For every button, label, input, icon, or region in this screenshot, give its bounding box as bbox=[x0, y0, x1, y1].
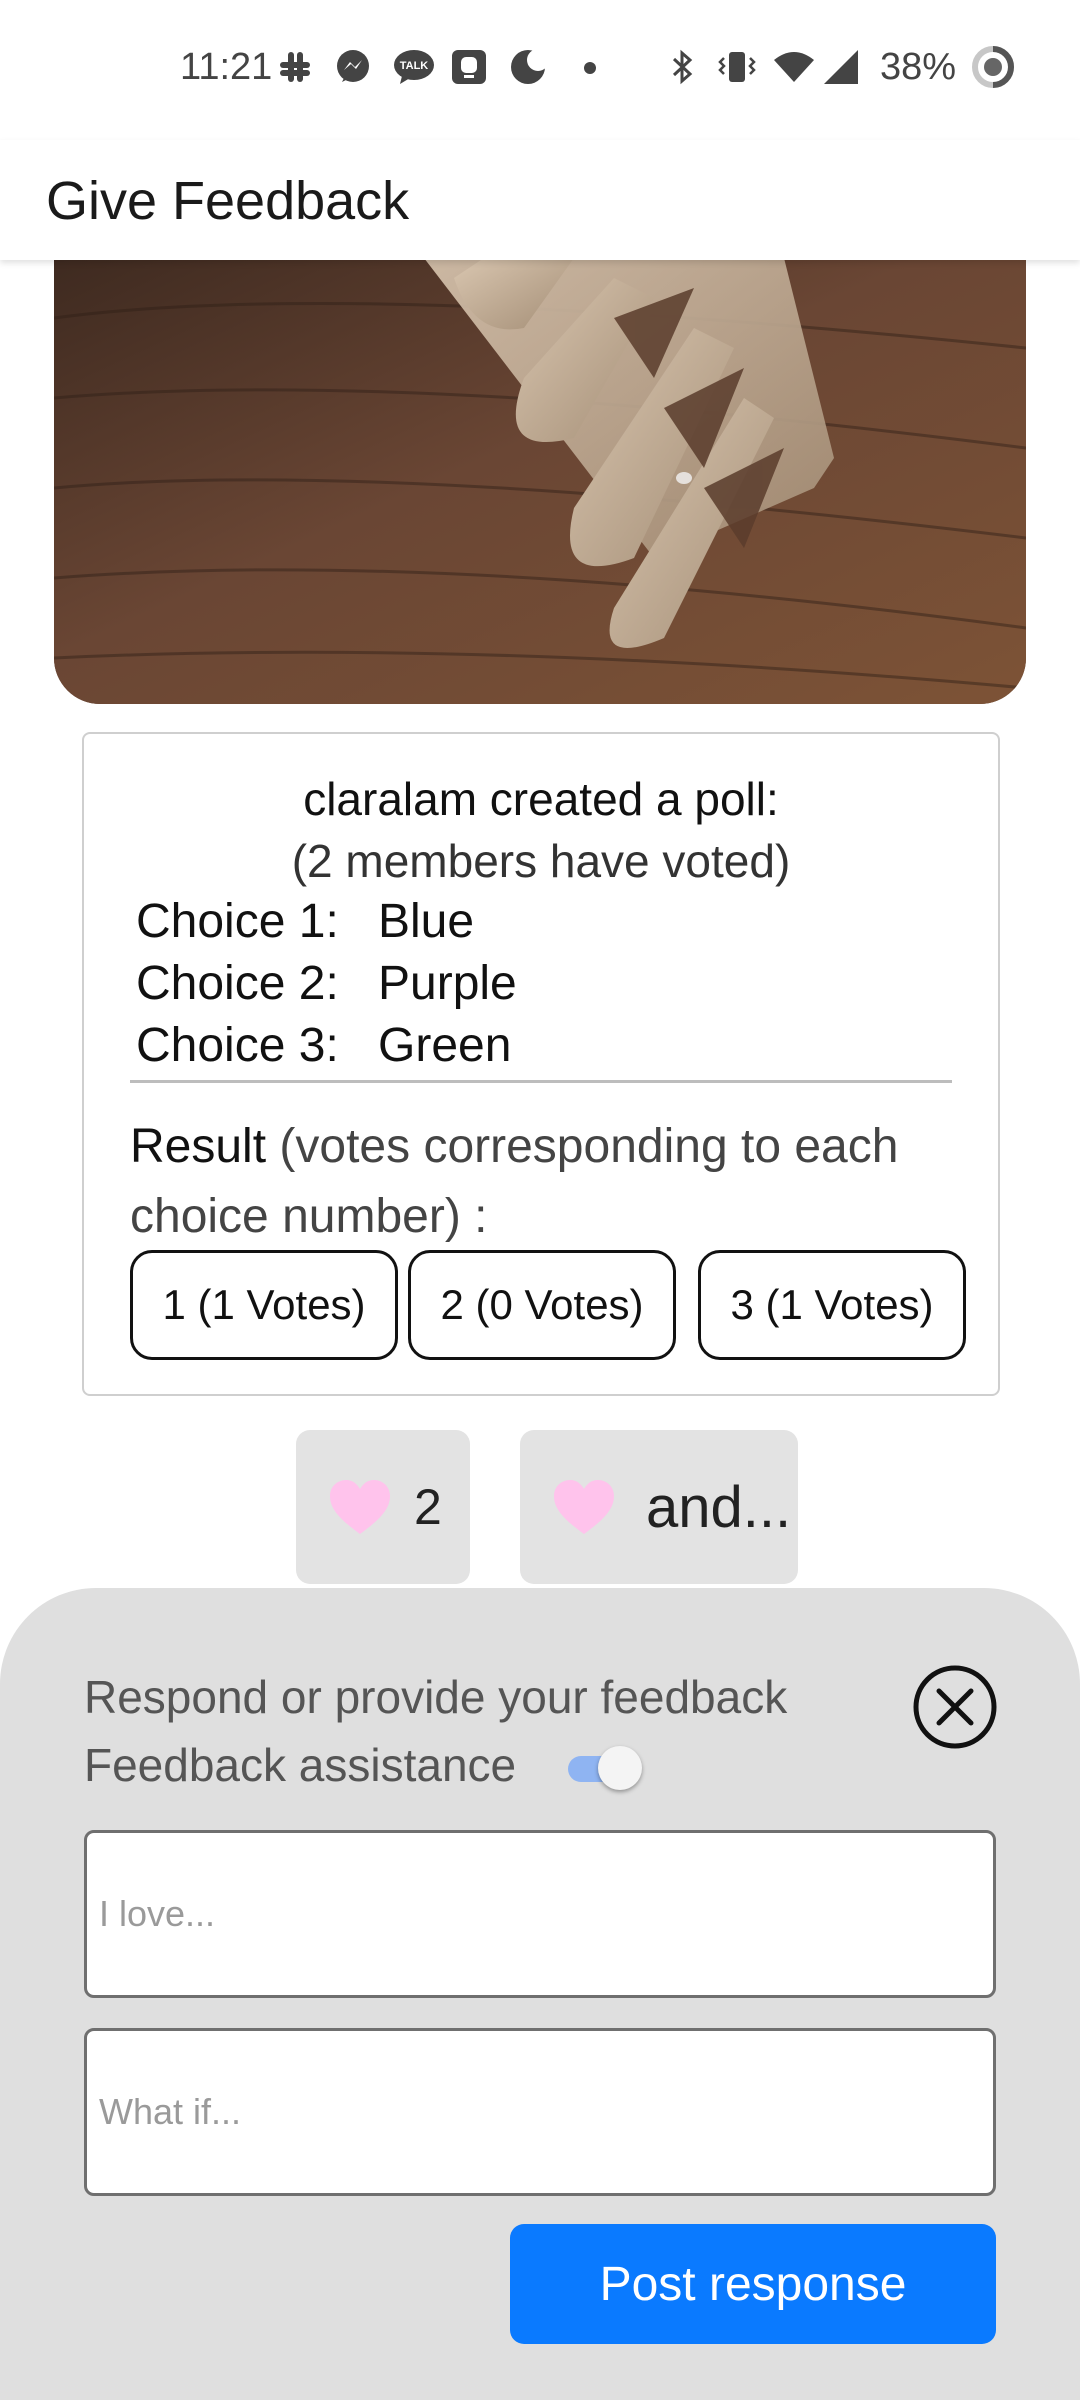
more-notifications-dot bbox=[584, 62, 596, 74]
vibrate-icon bbox=[718, 52, 756, 82]
status-bar: 11:21 TALK 38% bbox=[0, 0, 1080, 140]
choice-label: Choice 3: bbox=[136, 1019, 339, 1072]
feedback-assistance-label: Feedback assistance bbox=[84, 1739, 517, 1791]
hair-claw-clip-photo bbox=[54, 258, 1026, 704]
app-bar: Give Feedback bbox=[0, 140, 1080, 260]
feedback-prompt: Respond or provide your feedback bbox=[84, 1671, 788, 1723]
post-response-button[interactable]: Post response bbox=[510, 2224, 996, 2344]
post-image bbox=[54, 258, 1026, 704]
poll-card: claralam created a poll: (2 members have… bbox=[82, 732, 1000, 1396]
vote-choice-1-button[interactable]: 1 (1 Votes) bbox=[130, 1250, 398, 1360]
feedback-sheet: Respond or provide your feedback Feedbac… bbox=[0, 1588, 1080, 2400]
cell-signal-icon bbox=[824, 50, 858, 84]
poll-divider bbox=[130, 1080, 952, 1083]
vote-choice-2-button[interactable]: 2 (0 Votes) bbox=[408, 1250, 676, 1360]
messenger-icon bbox=[337, 50, 369, 82]
status-time: 11:21 bbox=[180, 46, 273, 88]
poll-vote-count: (2 members have voted) bbox=[291, 835, 791, 887]
result-heading: Result bbox=[130, 1120, 267, 1173]
page-title: Give Feedback bbox=[46, 171, 410, 231]
screen: 11:21 TALK 38% Give Feedback claralam cr… bbox=[0, 0, 1080, 2400]
kakaotalk-icon: TALK bbox=[394, 50, 434, 84]
poll-result-label: Result (votes corresponding to each choi… bbox=[130, 1112, 960, 1252]
heart-icon bbox=[554, 1480, 614, 1534]
svg-text:TALK: TALK bbox=[400, 60, 429, 72]
reactions-more-button[interactable]: and... bbox=[520, 1430, 798, 1584]
toggle-thumb bbox=[598, 1746, 642, 1790]
do-not-disturb-icon bbox=[511, 49, 549, 84]
choice-value: Blue bbox=[378, 895, 475, 948]
heart-icon bbox=[330, 1480, 390, 1534]
feedback-assistance-toggle[interactable] bbox=[566, 1744, 644, 1792]
wifi-icon bbox=[774, 52, 814, 82]
like-reaction-button[interactable]: 2 bbox=[296, 1430, 470, 1584]
choice-label: Choice 1: bbox=[136, 895, 339, 948]
choice-label: Choice 2: bbox=[136, 957, 339, 1010]
like-count: 2 bbox=[414, 1479, 442, 1535]
vote-choice-3-button[interactable]: 3 (1 Votes) bbox=[698, 1250, 966, 1360]
slack-icon bbox=[280, 52, 310, 82]
reactions-more-label: and... bbox=[646, 1474, 792, 1540]
battery-percent: 38% bbox=[880, 46, 957, 88]
choice-value: Green bbox=[378, 1019, 512, 1072]
i-love-input[interactable] bbox=[84, 1830, 996, 1998]
choice-value: Purple bbox=[378, 957, 517, 1010]
bluetooth-icon bbox=[672, 49, 693, 85]
what-if-input[interactable] bbox=[84, 2028, 996, 2196]
battery-icon bbox=[972, 46, 1014, 88]
poll-title: claralam created a poll: bbox=[303, 773, 779, 825]
close-icon[interactable] bbox=[912, 1664, 998, 1750]
notification-app-icon bbox=[452, 50, 486, 84]
